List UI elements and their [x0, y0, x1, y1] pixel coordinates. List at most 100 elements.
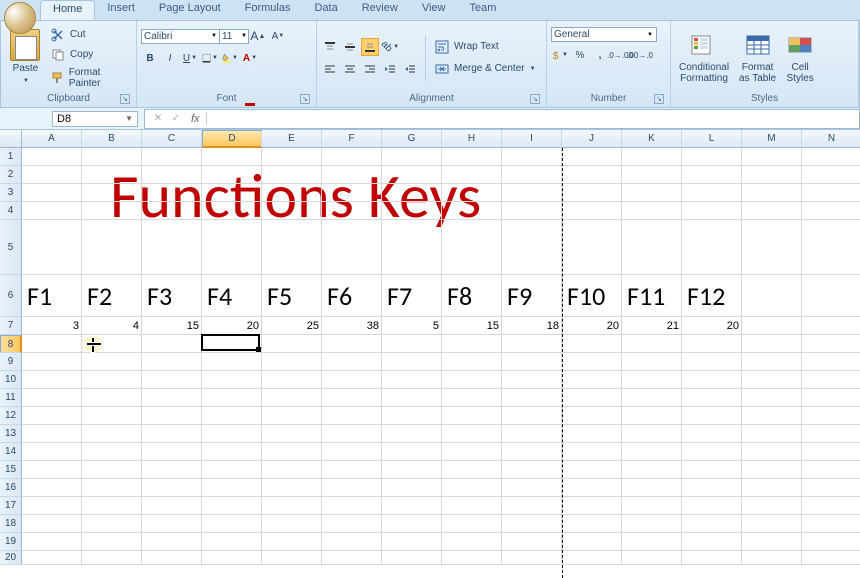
- row-header-11[interactable]: 11: [0, 389, 22, 407]
- cell-L10[interactable]: [682, 371, 742, 389]
- cell-E14[interactable]: [262, 443, 322, 461]
- currency-button[interactable]: $▼: [551, 46, 569, 64]
- cell-J17[interactable]: [562, 497, 622, 515]
- alignment-expand-icon[interactable]: ↘: [530, 94, 540, 104]
- align-bottom-button[interactable]: [361, 38, 379, 56]
- cell-H18[interactable]: [442, 515, 502, 533]
- cell-I1[interactable]: [502, 148, 562, 166]
- cell-E13[interactable]: [262, 425, 322, 443]
- cell-C14[interactable]: [142, 443, 202, 461]
- cell-J16[interactable]: [562, 479, 622, 497]
- cell-H11[interactable]: [442, 389, 502, 407]
- cell-I16[interactable]: [502, 479, 562, 497]
- cell-E8[interactable]: [262, 335, 322, 353]
- clipboard-expand-icon[interactable]: ↘: [120, 94, 130, 104]
- cell-G18[interactable]: [382, 515, 442, 533]
- cell-J12[interactable]: [562, 407, 622, 425]
- copy-button[interactable]: Copy: [48, 46, 132, 64]
- cell-M20[interactable]: [742, 551, 802, 565]
- grow-font-button[interactable]: A▲: [249, 27, 267, 45]
- cell-J14[interactable]: [562, 443, 622, 461]
- cell-A2[interactable]: [22, 166, 82, 184]
- cell-F3[interactable]: [322, 184, 382, 202]
- cell-H6[interactable]: F8: [442, 275, 502, 317]
- cell-H7[interactable]: 15: [442, 317, 502, 335]
- fill-color-button[interactable]: ▼: [221, 49, 239, 67]
- cell-F18[interactable]: [322, 515, 382, 533]
- cell-B13[interactable]: [82, 425, 142, 443]
- orientation-button[interactable]: ab▼: [381, 38, 399, 56]
- cell-K13[interactable]: [622, 425, 682, 443]
- cell-N8[interactable]: [802, 335, 860, 353]
- cell-A18[interactable]: [22, 515, 82, 533]
- cell-B5[interactable]: [82, 220, 142, 275]
- cell-I10[interactable]: [502, 371, 562, 389]
- cell-K18[interactable]: [622, 515, 682, 533]
- cell-L3[interactable]: [682, 184, 742, 202]
- cell-L16[interactable]: [682, 479, 742, 497]
- cell-D16[interactable]: [202, 479, 262, 497]
- cell-M18[interactable]: [742, 515, 802, 533]
- cell-E2[interactable]: [262, 166, 322, 184]
- cell-H5[interactable]: [442, 220, 502, 275]
- cell-B9[interactable]: [82, 353, 142, 371]
- cell-C5[interactable]: [142, 220, 202, 275]
- row-header-8[interactable]: 8: [0, 335, 22, 353]
- cell-D15[interactable]: [202, 461, 262, 479]
- column-header-H[interactable]: H: [442, 130, 502, 148]
- cell-N20[interactable]: [802, 551, 860, 565]
- cell-I20[interactable]: [502, 551, 562, 565]
- column-header-A[interactable]: A: [22, 130, 82, 148]
- cell-I2[interactable]: [502, 166, 562, 184]
- column-header-I[interactable]: I: [502, 130, 562, 148]
- cell-A14[interactable]: [22, 443, 82, 461]
- cell-K16[interactable]: [622, 479, 682, 497]
- cell-C18[interactable]: [142, 515, 202, 533]
- cell-A8[interactable]: [22, 335, 82, 353]
- cell-F14[interactable]: [322, 443, 382, 461]
- cell-N1[interactable]: [802, 148, 860, 166]
- cell-L6[interactable]: F12: [682, 275, 742, 317]
- cell-L20[interactable]: [682, 551, 742, 565]
- cell-J2[interactable]: [562, 166, 622, 184]
- column-header-B[interactable]: B: [82, 130, 142, 148]
- cell-L12[interactable]: [682, 407, 742, 425]
- cell-F11[interactable]: [322, 389, 382, 407]
- cell-M8[interactable]: [742, 335, 802, 353]
- tab-page-layout[interactable]: Page Layout: [147, 0, 233, 20]
- format-painter-button[interactable]: Format Painter: [48, 66, 132, 90]
- cell-B7[interactable]: 4: [82, 317, 142, 335]
- row-header-3[interactable]: 3: [0, 184, 22, 202]
- row-header-16[interactable]: 16: [0, 479, 22, 497]
- cell-G6[interactable]: F7: [382, 275, 442, 317]
- select-all-corner[interactable]: [0, 130, 22, 148]
- cell-H20[interactable]: [442, 551, 502, 565]
- cell-N12[interactable]: [802, 407, 860, 425]
- cell-M10[interactable]: [742, 371, 802, 389]
- cell-K17[interactable]: [622, 497, 682, 515]
- cell-F17[interactable]: [322, 497, 382, 515]
- cell-G4[interactable]: [382, 202, 442, 220]
- cell-H9[interactable]: [442, 353, 502, 371]
- cell-C3[interactable]: [142, 184, 202, 202]
- cell-B19[interactable]: [82, 533, 142, 551]
- cell-L17[interactable]: [682, 497, 742, 515]
- cell-C6[interactable]: F3: [142, 275, 202, 317]
- cell-L8[interactable]: [682, 335, 742, 353]
- bold-button[interactable]: B: [141, 49, 159, 67]
- cell-C19[interactable]: [142, 533, 202, 551]
- cell-G3[interactable]: [382, 184, 442, 202]
- cell-F13[interactable]: [322, 425, 382, 443]
- cell-I19[interactable]: [502, 533, 562, 551]
- cell-K10[interactable]: [622, 371, 682, 389]
- cell-A3[interactable]: [22, 184, 82, 202]
- cell-M19[interactable]: [742, 533, 802, 551]
- tab-team[interactable]: Team: [457, 0, 508, 20]
- cell-E5[interactable]: [262, 220, 322, 275]
- cell-H2[interactable]: [442, 166, 502, 184]
- number-format-select[interactable]: [551, 27, 657, 42]
- cell-N10[interactable]: [802, 371, 860, 389]
- format-as-table-button[interactable]: Format as Table: [735, 30, 780, 86]
- cell-M2[interactable]: [742, 166, 802, 184]
- row-header-6[interactable]: 6: [0, 275, 22, 317]
